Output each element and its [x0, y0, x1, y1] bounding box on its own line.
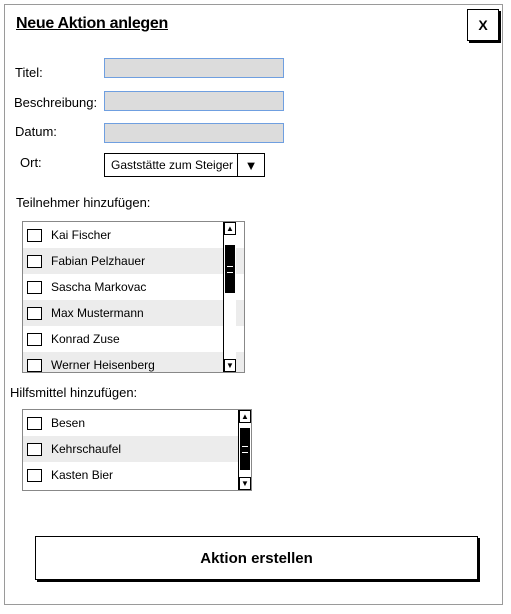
- hilfsmittel-listbox[interactable]: Besen Kehrschaufel Kasten Bier ▲ ▼: [22, 409, 252, 491]
- list-item-label: Konrad Zuse: [51, 332, 120, 346]
- list-item-label: Besen: [51, 416, 86, 430]
- checkbox[interactable]: [27, 306, 42, 320]
- list-item-label: Kai Fischer: [51, 228, 112, 242]
- list-item-label: Fabian Pelzhauer: [51, 254, 146, 268]
- hilfsmittel-scrollbar[interactable]: ▲ ▼: [238, 410, 251, 490]
- checkbox[interactable]: [27, 280, 42, 294]
- aktion-erstellen-button[interactable]: Aktion erstellen: [35, 536, 478, 580]
- teilnehmer-label: Teilnehmer hinzufügen:: [16, 195, 151, 210]
- beschreibung-label: Beschreibung:: [14, 95, 98, 110]
- scroll-down-icon[interactable]: ▼: [224, 359, 236, 372]
- list-item-label: Sascha Markovac: [51, 280, 147, 294]
- hilfsmittel-rows: Besen Kehrschaufel Kasten Bier: [23, 410, 251, 488]
- list-item[interactable]: Kasten Bier: [23, 462, 251, 488]
- list-item[interactable]: Kai Fischer: [23, 222, 244, 248]
- list-item[interactable]: Max Mustermann: [23, 300, 244, 326]
- checkbox[interactable]: [27, 228, 42, 242]
- checkbox[interactable]: [27, 254, 42, 268]
- checkbox[interactable]: [27, 416, 42, 430]
- chevron-down-icon[interactable]: ▼: [237, 154, 264, 176]
- checkbox[interactable]: [27, 442, 42, 456]
- close-button[interactable]: X: [467, 9, 499, 41]
- scroll-thumb[interactable]: [225, 245, 235, 293]
- teilnehmer-listbox[interactable]: Kai Fischer Fabian Pelzhauer Sascha Markov…: [22, 221, 245, 373]
- grip-icon: [242, 445, 248, 453]
- list-item[interactable]: Werner Heisenberg: [23, 352, 244, 372]
- checkbox[interactable]: [27, 468, 42, 482]
- dialog-window: Neue Aktion anlegen X Titel: Beschreibun…: [4, 4, 503, 605]
- ort-label: Ort:: [20, 155, 42, 170]
- list-item-label: Max Mustermann: [51, 306, 144, 320]
- list-item-label: Kasten Bier: [51, 468, 114, 482]
- checkbox[interactable]: [27, 332, 42, 346]
- list-item-label: Kehrschaufel: [51, 442, 122, 456]
- dialog-title: Neue Aktion anlegen: [16, 15, 168, 32]
- list-item-label: Werner Heisenberg: [51, 358, 155, 372]
- hilfsmittel-label: Hilfsmittel hinzufügen:: [10, 385, 138, 400]
- scroll-up-icon[interactable]: ▲: [224, 222, 236, 235]
- grip-icon: [227, 265, 233, 273]
- list-item[interactable]: Fabian Pelzhauer: [23, 248, 244, 274]
- datum-label: Datum:: [15, 124, 57, 139]
- checkbox[interactable]: [27, 358, 42, 372]
- ort-select[interactable]: Gaststätte zum Steiger ▼: [104, 153, 265, 177]
- titel-label: Titel:: [15, 65, 43, 80]
- list-item[interactable]: Konrad Zuse: [23, 326, 244, 352]
- list-item[interactable]: Besen: [23, 410, 251, 436]
- ort-select-value: Gaststätte zum Steiger: [111, 158, 234, 172]
- teilnehmer-scrollbar[interactable]: ▲ ▼: [223, 222, 236, 372]
- list-item[interactable]: Sascha Markovac: [23, 274, 244, 300]
- list-item[interactable]: Kehrschaufel: [23, 436, 251, 462]
- scroll-thumb[interactable]: [240, 428, 250, 470]
- titel-input[interactable]: [104, 58, 284, 78]
- scroll-up-icon[interactable]: ▲: [239, 410, 251, 423]
- scroll-down-icon[interactable]: ▼: [239, 477, 251, 490]
- beschreibung-input[interactable]: [104, 91, 284, 111]
- datum-input[interactable]: [104, 123, 284, 143]
- teilnehmer-rows: Kai Fischer Fabian Pelzhauer Sascha Markov…: [23, 222, 244, 372]
